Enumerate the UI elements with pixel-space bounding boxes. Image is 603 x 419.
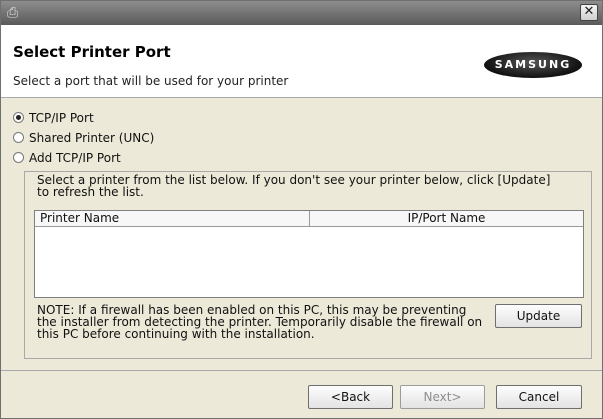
radio-shared-printer[interactable]: Shared Printer (UNC)	[13, 131, 154, 145]
samsung-logo: SAMSUNG	[484, 52, 582, 78]
cancel-button[interactable]: Cancel	[496, 385, 582, 409]
firewall-note: NOTE: If a firewall has been enabled on …	[37, 303, 483, 341]
radio-selected-icon	[13, 112, 24, 123]
radio-empty-icon	[13, 132, 24, 143]
update-button[interactable]: Update	[495, 304, 582, 328]
column-header-printer-name[interactable]: Printer Name	[35, 211, 310, 227]
column-header-ip-port-name[interactable]: IP/Port Name	[310, 211, 583, 227]
page-title: Select Printer Port	[13, 43, 171, 61]
radio-add-tcpip-port[interactable]: Add TCP/IP Port	[13, 151, 121, 165]
close-button[interactable]: ✕	[580, 4, 598, 21]
title-bar[interactable]: ⎙ ✕	[1, 1, 602, 25]
footer-divider	[1, 370, 602, 371]
radio-label: Shared Printer (UNC)	[29, 131, 155, 145]
installer-window: ⎙ ✕ Select Printer Port Select a port th…	[0, 0, 603, 419]
list-instructions: Select a printer from the list below. If…	[37, 173, 551, 199]
radio-label: Add TCP/IP Port	[29, 151, 121, 165]
radio-tcpip-port[interactable]: TCP/IP Port	[13, 111, 94, 125]
radio-label: TCP/IP Port	[29, 111, 94, 125]
page-subtitle: Select a port that will be used for your…	[13, 74, 289, 88]
printer-setup-icon: ⎙	[7, 5, 19, 21]
wizard-header: Select Printer Port Select a port that w…	[1, 25, 602, 98]
next-button[interactable]: Next>	[400, 385, 485, 409]
radio-empty-icon	[13, 152, 24, 163]
back-button[interactable]: <Back	[308, 385, 393, 409]
printer-list[interactable]: Printer Name IP/Port Name	[34, 210, 584, 298]
